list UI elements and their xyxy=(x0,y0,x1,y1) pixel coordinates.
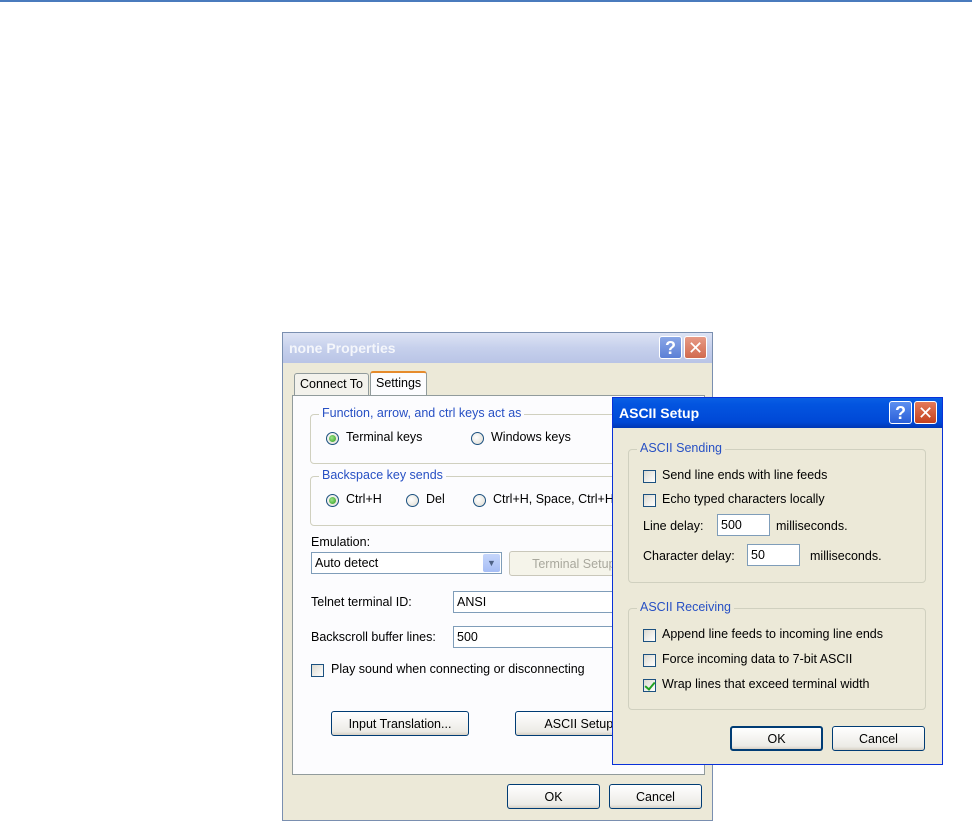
emulation-select[interactable]: Auto detect ▼ xyxy=(311,552,502,574)
force-7bit-label: Force incoming data to 7-bit ASCII xyxy=(662,652,853,666)
del-radio[interactable] xyxy=(406,494,419,507)
close-button[interactable]: ✕ xyxy=(684,336,707,359)
properties-ok-button[interactable]: OK xyxy=(507,784,600,809)
ascii-ok-button[interactable]: OK xyxy=(730,726,823,751)
ascii-cancel-button[interactable]: Cancel xyxy=(832,726,925,751)
ascii-ok-label: OK xyxy=(767,731,786,746)
terminal-keys-label: Terminal keys xyxy=(346,430,423,444)
windows-keys-radio[interactable] xyxy=(471,432,484,445)
ascii-sending-group: ASCII Sending Send line ends with line f… xyxy=(628,441,926,583)
send-line-ends-label: Send line ends with line feeds xyxy=(662,468,828,482)
help-button[interactable]: ? xyxy=(659,336,682,359)
play-sound-label: Play sound when connecting or disconnect… xyxy=(331,662,585,676)
emulation-label: Emulation: xyxy=(311,535,371,549)
char-delay-value: 50 xyxy=(751,548,765,562)
chevron-down-icon[interactable]: ▼ xyxy=(483,554,500,572)
backscroll-value: 500 xyxy=(457,630,478,644)
line-delay-unit: milliseconds. xyxy=(776,519,848,533)
close-icon: ✕ xyxy=(687,337,704,358)
ctrl-h-space-label: Ctrl+H, Space, Ctrl+H xyxy=(493,492,614,506)
echo-typed-label: Echo typed characters locally xyxy=(662,492,825,506)
ctrl-h-label: Ctrl+H xyxy=(346,492,382,506)
ascii-sending-label: ASCII Sending xyxy=(637,441,725,455)
windows-keys-label: Windows keys xyxy=(491,430,571,444)
tab-connect-to[interactable]: Connect To xyxy=(294,373,370,395)
line-delay-input[interactable]: 500 xyxy=(717,514,770,536)
backscroll-label: Backscroll buffer lines: xyxy=(311,630,436,644)
terminal-keys-radio[interactable] xyxy=(326,432,339,445)
properties-cancel-button[interactable]: Cancel xyxy=(609,784,702,809)
ascii-setup-dialog: ASCII Setup ? ✕ ASCII Sending Send line … xyxy=(612,397,943,765)
help-icon: ? xyxy=(665,337,676,358)
char-delay-input[interactable]: 50 xyxy=(747,544,800,566)
tab-settings[interactable]: Settings xyxy=(370,371,428,395)
ctrl-h-radio[interactable] xyxy=(326,494,339,507)
char-delay-unit: milliseconds. xyxy=(810,549,882,563)
ascii-cancel-label: Cancel xyxy=(859,731,898,746)
emulation-value: Auto detect xyxy=(315,556,379,570)
telnet-id-value: ANSI xyxy=(457,595,487,609)
properties-title: none Properties xyxy=(289,340,396,356)
input-translation-button-label: Input Translation... xyxy=(348,716,452,731)
close-icon: ✕ xyxy=(917,402,934,423)
play-sound-checkbox[interactable] xyxy=(311,664,324,677)
wrap-lines-label: Wrap lines that exceed terminal width xyxy=(662,677,870,691)
ctrl-h-space-radio[interactable] xyxy=(473,494,486,507)
echo-typed-checkbox[interactable] xyxy=(643,494,656,507)
wrap-lines-checkbox[interactable] xyxy=(643,679,656,692)
top-border-line xyxy=(0,0,972,2)
tab-settings-label: Settings xyxy=(376,376,422,390)
tab-connect-to-label: Connect To xyxy=(300,377,364,391)
help-icon: ? xyxy=(895,402,906,423)
properties-ok-label: OK xyxy=(544,789,563,804)
ascii-setup-title: ASCII Setup xyxy=(619,405,700,421)
send-line-ends-checkbox[interactable] xyxy=(643,470,656,483)
ascii-receiving-label: ASCII Receiving xyxy=(637,600,735,614)
ascii-setup-body: ASCII Sending Send line ends with line f… xyxy=(616,428,939,761)
force-7bit-checkbox[interactable] xyxy=(643,654,656,667)
backspace-group-label: Backspace key sends xyxy=(319,468,446,482)
append-lf-checkbox[interactable] xyxy=(643,629,656,642)
del-label: Del xyxy=(426,492,445,506)
ascii-close-button[interactable]: ✕ xyxy=(914,401,937,424)
ascii-receiving-group: ASCII Receiving Append line feeds to inc… xyxy=(628,600,926,710)
ascii-setup-titlebar[interactable]: ASCII Setup ? ✕ xyxy=(613,398,942,428)
char-delay-label: Character delay: xyxy=(643,549,735,563)
properties-titlebar[interactable]: none Properties ? ✕ xyxy=(283,333,712,363)
telnet-id-label: Telnet terminal ID: xyxy=(311,595,412,609)
ascii-help-button[interactable]: ? xyxy=(889,401,912,424)
properties-cancel-label: Cancel xyxy=(636,789,675,804)
input-translation-button[interactable]: Input Translation... xyxy=(331,711,469,736)
append-lf-label: Append line feeds to incoming line ends xyxy=(662,627,883,641)
line-delay-value: 500 xyxy=(721,518,742,532)
function-keys-group-label: Function, arrow, and ctrl keys act as xyxy=(319,406,525,420)
line-delay-label: Line delay: xyxy=(643,519,704,533)
